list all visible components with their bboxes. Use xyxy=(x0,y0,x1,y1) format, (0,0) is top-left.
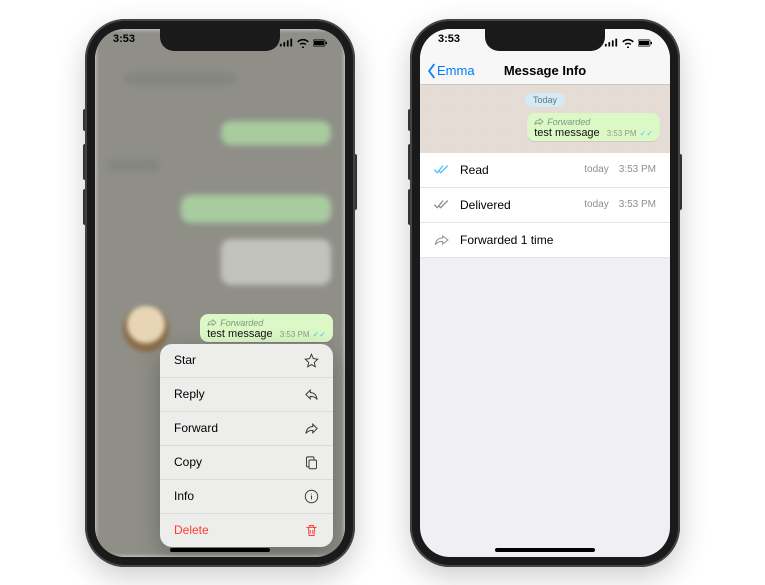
chevron-left-icon xyxy=(426,63,437,79)
row-label: Delivered xyxy=(460,198,574,212)
message-text: test message xyxy=(534,127,599,139)
notch xyxy=(485,29,605,51)
menu-info[interactable]: Info xyxy=(160,480,333,514)
home-indicator[interactable] xyxy=(170,548,270,552)
sticker-blurred xyxy=(123,306,169,352)
info-list: Read today 3:53 PM Delivered today 3:53 … xyxy=(420,153,670,258)
menu-label: Delete xyxy=(174,523,209,537)
info-row-forwarded[interactable]: Forwarded 1 time xyxy=(420,223,670,258)
row-day: today xyxy=(584,199,608,210)
message-bubble[interactable]: Forwarded test message 3:53 PM ✓✓ xyxy=(200,314,333,342)
message-text: test message xyxy=(207,328,272,340)
context-menu: Star Reply Forward Copy Info Delete xyxy=(160,344,333,547)
menu-label: Reply xyxy=(174,387,205,401)
signal-icon xyxy=(604,38,618,48)
reply-icon xyxy=(304,387,319,402)
back-label: Emma xyxy=(437,63,475,78)
row-label: Read xyxy=(460,163,574,177)
row-time: 3:53 PM xyxy=(619,164,656,175)
message-bubble[interactable]: Forwarded test message 3:53 PM ✓✓ xyxy=(527,113,660,141)
wifi-icon xyxy=(621,38,635,48)
chat-preview: Today Forwarded test message 3:53 PM ✓✓ xyxy=(420,85,670,153)
forward-grey-icon xyxy=(434,234,450,246)
date-pill: Today xyxy=(525,93,565,107)
read-ticks-icon: ✓✓ xyxy=(640,129,653,138)
read-ticks-icon: ✓✓ xyxy=(313,330,326,339)
copy-icon xyxy=(304,455,319,470)
status-time: 3:53 xyxy=(438,33,460,53)
menu-forward[interactable]: Forward xyxy=(160,412,333,446)
row-day: today xyxy=(584,164,608,175)
menu-label: Info xyxy=(174,489,194,503)
trash-icon xyxy=(304,523,319,538)
signal-icon xyxy=(279,38,293,48)
wifi-icon xyxy=(296,38,310,48)
menu-label: Copy xyxy=(174,455,202,469)
row-time: 3:53 PM xyxy=(619,199,656,210)
forwarded-label: Forwarded xyxy=(220,318,263,328)
home-indicator[interactable] xyxy=(495,548,595,552)
info-row-delivered[interactable]: Delivered today 3:53 PM xyxy=(420,188,670,223)
star-icon xyxy=(304,353,319,368)
menu-star[interactable]: Star xyxy=(160,344,333,378)
menu-label: Forward xyxy=(174,421,218,435)
double-check-blue-icon xyxy=(434,164,450,176)
double-check-grey-icon xyxy=(434,199,450,211)
back-button[interactable]: Emma xyxy=(426,63,475,79)
forward-icon xyxy=(304,421,319,436)
notch xyxy=(160,29,280,51)
message-time: 3:53 PM xyxy=(607,129,637,138)
phone-right: 3:53 Emma Message Info Today Forwarded t xyxy=(410,19,680,567)
menu-delete[interactable]: Delete xyxy=(160,514,333,547)
row-label: Forwarded 1 time xyxy=(460,233,656,247)
nav-title: Message Info xyxy=(504,63,586,78)
menu-reply[interactable]: Reply xyxy=(160,378,333,412)
forward-arrow-icon xyxy=(207,319,217,327)
forwarded-label: Forwarded xyxy=(547,117,590,127)
status-time: 3:53 xyxy=(113,33,135,53)
phone-left: 3:53 Forwarded test message 3:53 PM ✓✓ xyxy=(85,19,355,567)
forward-arrow-icon xyxy=(534,118,544,126)
message-time: 3:53 PM xyxy=(280,330,310,339)
battery-icon xyxy=(638,38,652,48)
info-icon xyxy=(304,489,319,504)
battery-icon xyxy=(313,38,327,48)
menu-label: Star xyxy=(174,353,196,367)
info-row-read[interactable]: Read today 3:53 PM xyxy=(420,153,670,188)
menu-copy[interactable]: Copy xyxy=(160,446,333,480)
